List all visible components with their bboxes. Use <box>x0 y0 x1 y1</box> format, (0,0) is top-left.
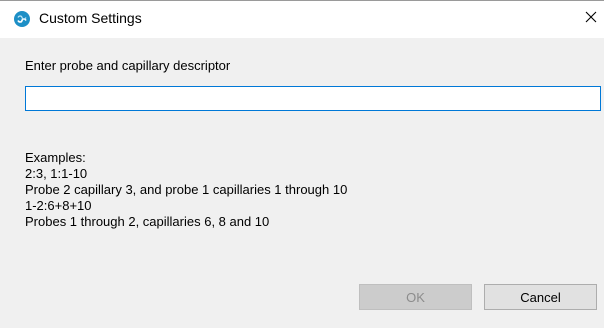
examples-heading: Examples: <box>25 150 86 165</box>
close-button[interactable] <box>578 1 604 37</box>
window-title: Custom Settings <box>39 10 142 26</box>
example-line: Probe 2 capillary 3, and probe 1 capilla… <box>25 182 348 197</box>
close-icon <box>585 10 597 28</box>
descriptor-prompt-label: Enter probe and capillary descriptor <box>25 58 231 73</box>
example-line: 2:3, 1:1-10 <box>25 166 88 181</box>
example-line: Probes 1 through 2, capillaries 6, 8 and… <box>25 214 270 229</box>
title-bar: Custom Settings <box>0 0 604 38</box>
example-line: 1-2:6+8+10 <box>25 198 92 213</box>
custom-settings-dialog: Custom Settings Enter probe and capillar… <box>0 0 604 328</box>
examples-text: Examples: 2:3, 1:1-10 Probe 2 capillary … <box>25 150 347 230</box>
ok-button[interactable]: OK <box>359 284 472 310</box>
descriptor-input[interactable] <box>25 86 601 111</box>
cancel-button[interactable]: Cancel <box>484 284 597 310</box>
sw-logo-icon <box>14 11 30 27</box>
